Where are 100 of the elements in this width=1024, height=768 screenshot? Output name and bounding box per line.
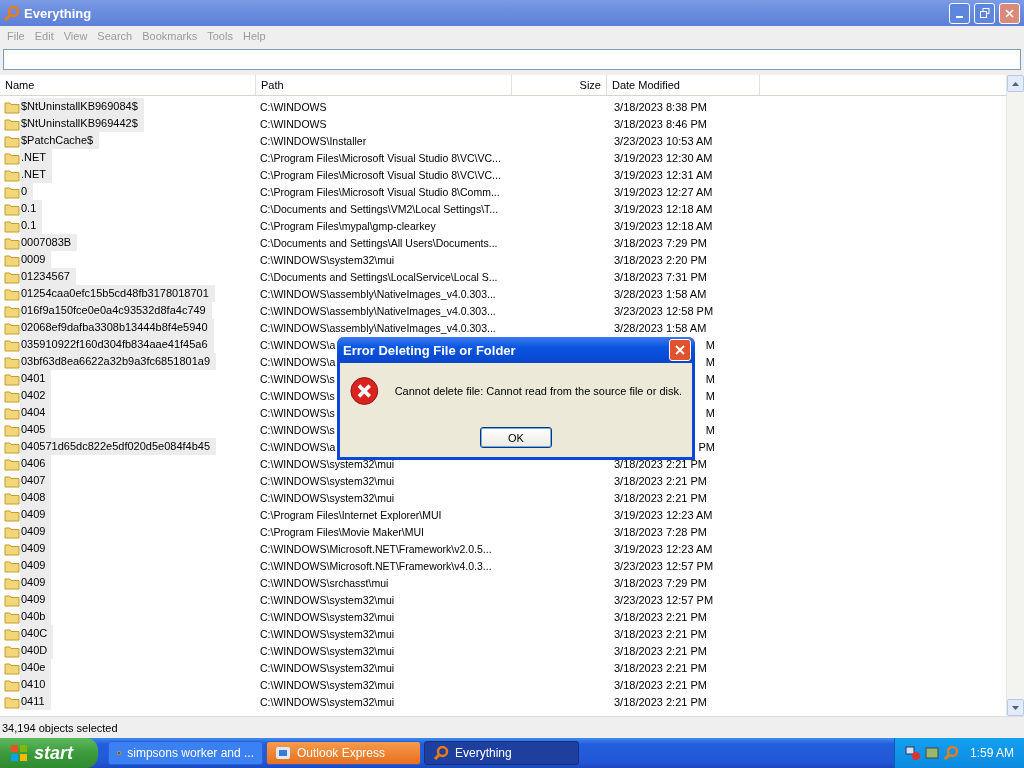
file-name[interactable]: 0.1 [20, 217, 43, 234]
date-modified: 3/19/2023 12:18 AM [614, 219, 713, 232]
file-name[interactable]: 0409 [20, 523, 52, 540]
file-path: C:\WINDOWS\Microsoft.NET\Framework\v2.0.5... [260, 542, 492, 555]
scrollbar[interactable] [1006, 75, 1024, 716]
file-name[interactable]: 0007083B [20, 234, 78, 251]
folder-icon [4, 660, 20, 675]
file-name[interactable]: .NET [20, 166, 53, 183]
magnifier-icon [4, 5, 20, 21]
column-heading[interactable]: Name [0, 75, 256, 95]
file-name[interactable]: 03bf63d8ea6622a32b9a3fc6851801a9 [20, 353, 217, 370]
date-modified: M [705, 338, 715, 351]
date-modified: 3/18/2023 8:38 PM [614, 100, 707, 113]
restore-button[interactable] [974, 2, 995, 24]
file-name[interactable]: 01254caa0efc15b5cd48fb3178018701 [20, 285, 215, 302]
close-button[interactable] [669, 339, 691, 361]
file-name[interactable]: 02068ef9dafba3308b13444b8f4e5940 [20, 319, 214, 336]
folder-icon [4, 201, 20, 216]
file-name[interactable]: 0409 [20, 574, 52, 591]
window-title: Everything [24, 5, 93, 21]
file-name[interactable]: 0407 [20, 472, 52, 489]
file-name[interactable]: 0410 [20, 676, 52, 693]
file-name[interactable]: 0009 [20, 251, 52, 268]
folder-icon [4, 439, 20, 454]
file-name[interactable]: 0409 [20, 540, 52, 557]
file-name[interactable]: 0409 [20, 591, 52, 608]
file-name[interactable]: 0408 [20, 489, 52, 506]
folder-icon [4, 677, 20, 692]
file-name[interactable]: 0404 [20, 404, 52, 421]
folder-icon [4, 405, 20, 420]
close-button[interactable] [999, 2, 1020, 24]
folder-icon [4, 541, 20, 556]
file-name[interactable]: 016f9a150fce0e0a4c93532d8fa4c749 [20, 302, 212, 319]
folder-icon [4, 371, 20, 386]
file-name[interactable]: 040D [20, 642, 54, 659]
file-path: C:\WINDOWS\system32\mui [260, 644, 395, 657]
file-path: C:\WINDOWS\system32\mui [260, 253, 395, 266]
date-modified: M [705, 423, 715, 436]
folder-icon [4, 558, 20, 573]
file-name[interactable]: 0406 [20, 455, 52, 472]
date-modified: 3/18/2023 2:21 PM [614, 610, 707, 623]
file-path: C:\Program Files\Microsoft Visual Studio 8\VC\VC... [260, 168, 501, 181]
folder-icon [4, 643, 20, 658]
file-name[interactable]: $NtUninstallKB969442$ [20, 115, 144, 132]
file-name[interactable]: $PatchCache$ [20, 132, 100, 149]
column-heading[interactable]: Path [256, 75, 512, 95]
dialog-title: Error Deleting File or Folder [343, 342, 517, 358]
folder-icon [4, 218, 20, 233]
file-name[interactable]: 0411 [20, 693, 51, 710]
date-modified: 3/18/2023 7:31 PM [614, 270, 707, 283]
file-name[interactable]: 0401 [20, 370, 52, 387]
date-modified: 3/18/2023 2:21 PM [614, 695, 707, 708]
column-heading[interactable]: Size [512, 75, 607, 95]
file-path: C:\WINDOWS\srchasst\mui [260, 576, 389, 589]
file-name[interactable]: 040b [20, 608, 52, 625]
start-button[interactable]: start [0, 738, 98, 768]
file-name[interactable]: 035910922f160d304fb834aae41f45a6 [20, 336, 214, 353]
file-path: C:\WINDOWS\system32\mui [260, 593, 395, 606]
date-modified: 3/19/2023 12:23 AM [614, 508, 713, 521]
file-path: C:\WINDOWS\system32\mui [260, 457, 395, 470]
file-name[interactable]: .NET [20, 149, 53, 166]
file-name[interactable]: 0409 [20, 557, 52, 574]
file-name[interactable]: 040571d65dc822e5df020d5e084f4b45 [20, 438, 217, 455]
file-name[interactable]: $NtUninstallKB969084$ [20, 98, 144, 115]
file-path: C:\Program Files\Internet Explorer\MUI [260, 508, 442, 521]
file-path: C:\Program Files\Microsoft Visual Studio 8\Comm... [260, 185, 500, 198]
file-name[interactable]: 040C [20, 625, 54, 642]
ok-button[interactable]: OK [480, 427, 552, 448]
file-name[interactable]: 0402 [20, 387, 52, 404]
app-icon [433, 745, 449, 761]
date-modified: M [705, 355, 715, 368]
date-modified: 3/18/2023 7:28 PM [614, 525, 707, 538]
file-path: C:\WINDOWS\a [260, 355, 336, 368]
file-path: C:\Program Files\mypal\gmp-clearkey [260, 219, 436, 232]
taskbar-button[interactable]: Everything [424, 741, 579, 765]
minimize-button[interactable] [949, 2, 970, 24]
file-name[interactable]: 01234567 [20, 268, 76, 285]
network-icon[interactable] [904, 745, 921, 761]
taskbar-button[interactable]: simpsons worker and ... [108, 741, 263, 765]
file-path: C:\WINDOWS\s [260, 423, 335, 436]
date-modified: 3/18/2023 2:21 PM [614, 474, 707, 487]
file-name[interactable]: 0 [20, 183, 34, 200]
date-modified: 3/28/2023 1:58 AM [614, 287, 707, 300]
column-heading[interactable]: Date Modified [607, 75, 760, 95]
file-name[interactable]: 040e [20, 659, 52, 676]
clock: 1:59 AM [969, 746, 1014, 760]
file-name[interactable]: 0405 [20, 421, 52, 438]
folder-icon [4, 626, 20, 641]
file-name[interactable]: 0409 [20, 506, 52, 523]
file-path: C:\WINDOWS [260, 117, 327, 130]
device-icon[interactable] [923, 745, 940, 761]
folder-icon [4, 388, 20, 403]
file-name[interactable]: 0.1 [20, 200, 43, 217]
search-field[interactable] [3, 49, 1021, 70]
date-modified: 3/23/2023 12:57 PM [614, 593, 714, 606]
file-path: C:\Documents and Settings\All Users\Documents... [260, 236, 498, 249]
folder-icon [4, 524, 20, 539]
folder-icon [4, 303, 20, 318]
date-modified: 3/18/2023 7:29 PM [614, 576, 707, 589]
date-modified: M [705, 372, 715, 385]
